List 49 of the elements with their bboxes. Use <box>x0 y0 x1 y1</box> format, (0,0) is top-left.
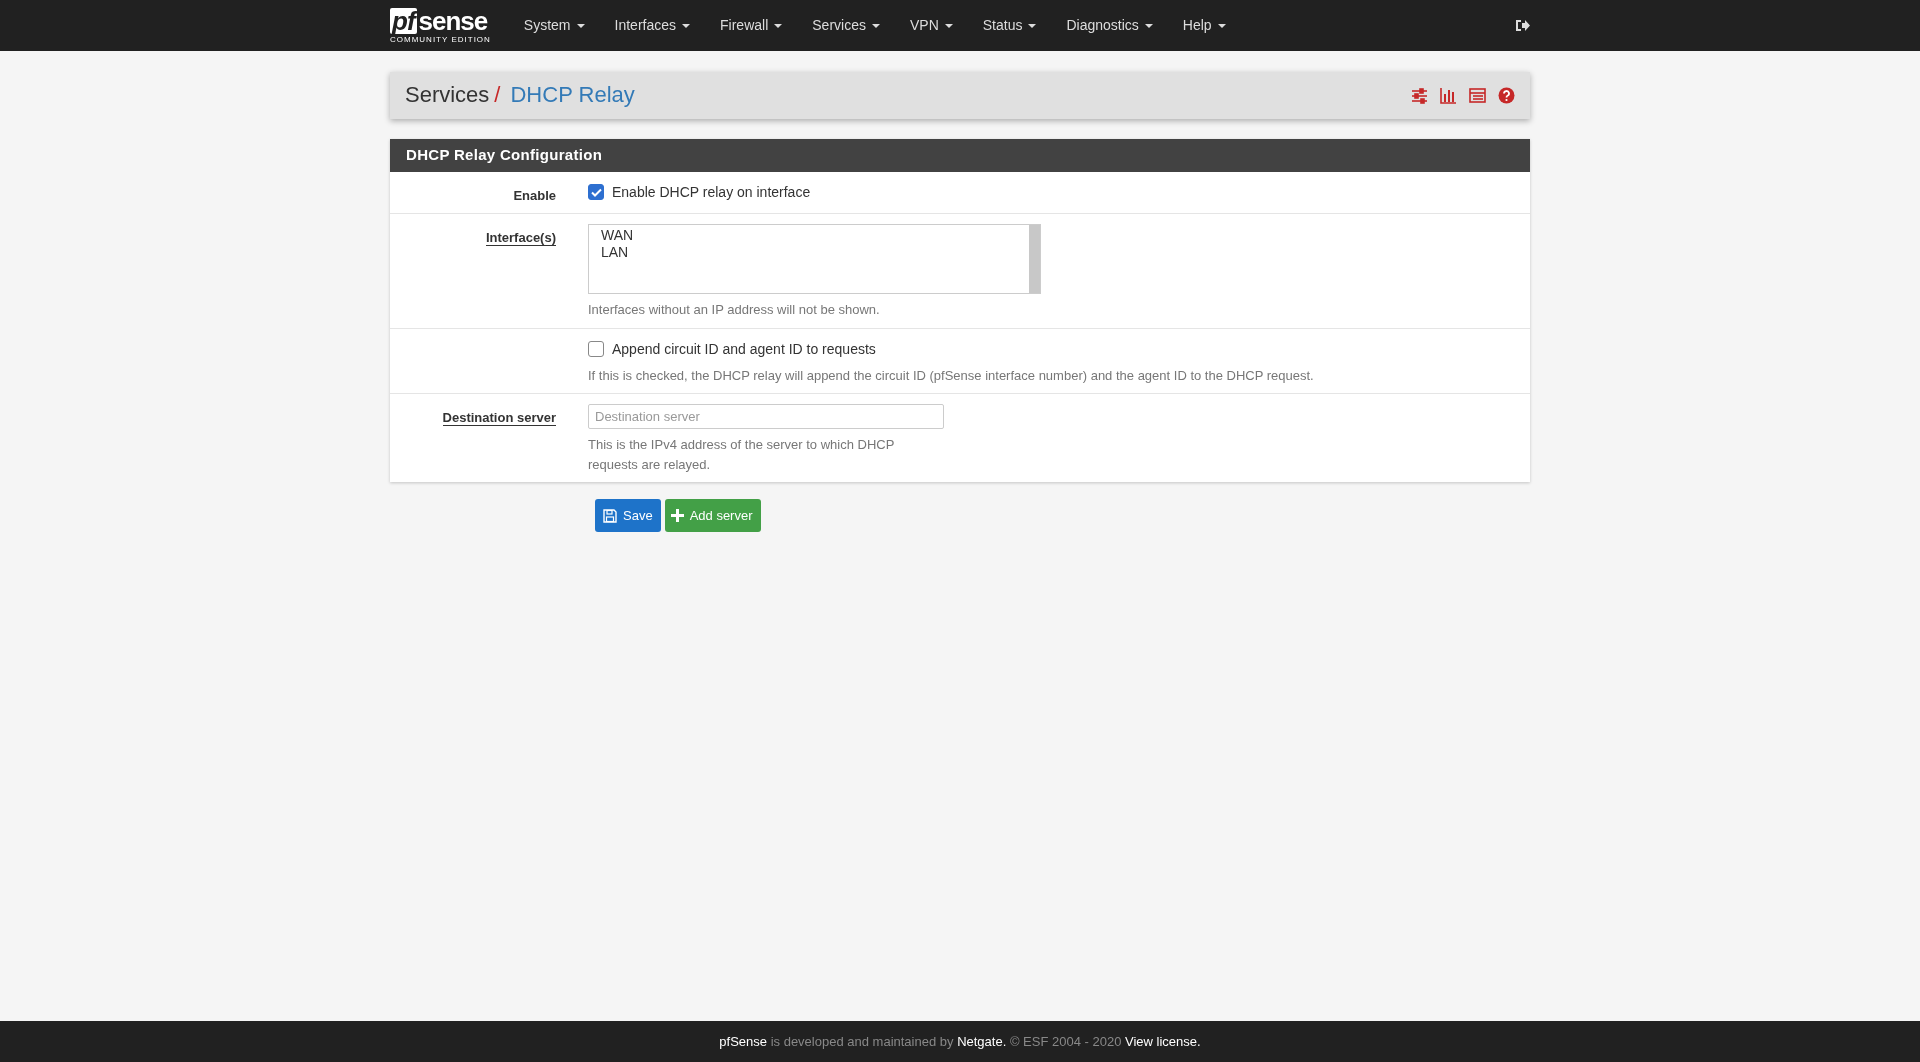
nav-menu[interactable]: Services <box>797 0 895 51</box>
footer-link[interactable]: View license. <box>1125 1033 1201 1049</box>
help-icon[interactable] <box>1498 87 1515 104</box>
bar-chart-icon[interactable] <box>1440 87 1457 104</box>
caret-icon <box>1028 23 1037 28</box>
footer-text: pfSense is developed and maintained by Netgate. © ESF 2004 - 2020 View license. <box>719 1032 1201 1051</box>
logo-wordmark: sense <box>418 7 488 34</box>
help-text: If this is checked, the DHCP relay will append the circuit ID (pfSense interface number) and the agent ID to the DHCP request. <box>588 366 1315 385</box>
checkbox-label: Append circuit ID and agent ID to requests <box>612 339 876 359</box>
caret-icon <box>682 23 691 28</box>
nav-menu[interactable]: Firewall <box>705 0 798 51</box>
caret-icon <box>944 23 953 28</box>
save-button[interactable]: Save <box>595 499 661 532</box>
field-label[interactable]: Interface(s) <box>485 230 556 246</box>
breadcrumb-separator: / <box>494 82 501 109</box>
logout-icon[interactable] <box>1515 19 1530 32</box>
checkbox[interactable] <box>588 184 604 200</box>
nav-menu[interactable]: Interfaces <box>599 0 706 51</box>
scrollbar[interactable] <box>1029 225 1040 293</box>
caret-icon <box>774 23 783 28</box>
nav-menu[interactable]: Help <box>1167 0 1241 51</box>
breadcrumb-parent[interactable]: Services <box>405 82 490 109</box>
footer-link[interactable]: pfSense <box>719 1033 768 1049</box>
settings-sliders-icon[interactable] <box>1411 87 1428 104</box>
help-text: This is the IPv4 address of the server to which DHCP requests are relayed. <box>588 436 896 474</box>
logo[interactable]: pfsense COMMUNITY EDITION <box>390 7 491 44</box>
listbox-option[interactable]: LAN <box>601 244 1017 261</box>
checkbox[interactable] <box>588 341 604 357</box>
caret-icon <box>1144 23 1153 28</box>
nav-menu[interactable]: Diagnostics <box>1051 0 1168 51</box>
listbox-option[interactable]: WAN <box>601 227 1017 244</box>
footer-link[interactable]: Netgate. <box>957 1033 1007 1049</box>
nav-menu[interactable]: VPN <box>894 0 968 51</box>
checkbox-label: Enable DHCP relay on interface <box>612 182 811 202</box>
caret-icon <box>576 23 585 28</box>
panel-title: DHCP Relay Configuration <box>390 139 1530 172</box>
plus-icon <box>670 509 684 522</box>
logo-mark: pf <box>390 7 417 34</box>
help-text: Interfaces without an IP address will not be shown. <box>588 301 881 319</box>
input-field[interactable]: Destination server <box>588 404 944 429</box>
field-label[interactable]: Destination server <box>442 410 556 426</box>
field-label: Enable <box>513 187 556 203</box>
nav-menu[interactable]: Status <box>967 0 1052 51</box>
caret-icon <box>1217 23 1226 28</box>
list-icon[interactable] <box>1469 87 1486 104</box>
logo-edition: COMMUNITY EDITION <box>390 35 491 44</box>
caret-icon <box>871 23 880 28</box>
nav-menu[interactable]: System <box>508 0 600 51</box>
interface-listbox[interactable]: WAN LAN <box>588 224 1041 294</box>
